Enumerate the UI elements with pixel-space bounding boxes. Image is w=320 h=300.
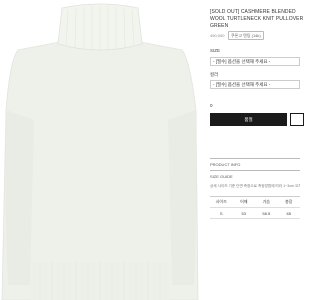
size-guide-heading[interactable]: SIZE GUIDE — [210, 174, 233, 179]
sold-out-button[interactable]: 품절 — [210, 113, 287, 126]
divider — [210, 158, 300, 159]
size-table-header-cell: 총장 — [277, 196, 300, 208]
turtleneck-sweater-illustration — [1, 3, 199, 300]
size-table-header-cell: 사이즈 — [210, 196, 233, 208]
size-option-label: SIZE — [210, 48, 221, 53]
size-table-header-cell: 어깨 — [232, 196, 255, 208]
product-price: 490,000 — [210, 33, 225, 38]
size-select[interactable]: - [필수] 옵션을 선택해 주세요 - — [210, 57, 300, 66]
size-table-cell: S — [210, 207, 233, 219]
product-info-panel: [SOLD OUT] CASHMERE BLENDED WOOL TURTLEN… — [210, 0, 304, 300]
size-guide-note: 상세 사이즈 기준 단면 측정으로 측정방법에 따라 1~3cm 오차가 있을 … — [210, 184, 300, 188]
divider — [210, 170, 300, 171]
color-select[interactable]: - [필수] 옵션을 선택해 주세요 - — [210, 80, 300, 89]
total-quantity: 0 — [210, 103, 213, 108]
size-table-cell: 53 — [232, 207, 255, 219]
size-table-cell: 65 — [277, 207, 300, 219]
size-table-header: 사이즈 어깨 가슴 총장 — [210, 196, 300, 208]
product-image — [0, 0, 200, 300]
wishlist-button[interactable] — [290, 113, 304, 126]
table-row: S 53 58.5 65 — [210, 207, 300, 219]
product-title: [SOLD OUT] CASHMERE BLENDED WOOL TURTLEN… — [210, 9, 304, 29]
size-table: 사이즈 어깨 가슴 총장 S 53 58.5 65 — [210, 196, 300, 219]
product-info-heading[interactable]: PRODUCT INFO — [210, 162, 240, 167]
color-option-label: 컬러 — [210, 72, 219, 77]
size-table-header-cell: 가슴 — [255, 196, 278, 208]
coupon-badge[interactable]: 쿠폰고 텐팅 (14k) — [228, 31, 264, 40]
size-table-cell: 58.5 — [255, 207, 278, 219]
